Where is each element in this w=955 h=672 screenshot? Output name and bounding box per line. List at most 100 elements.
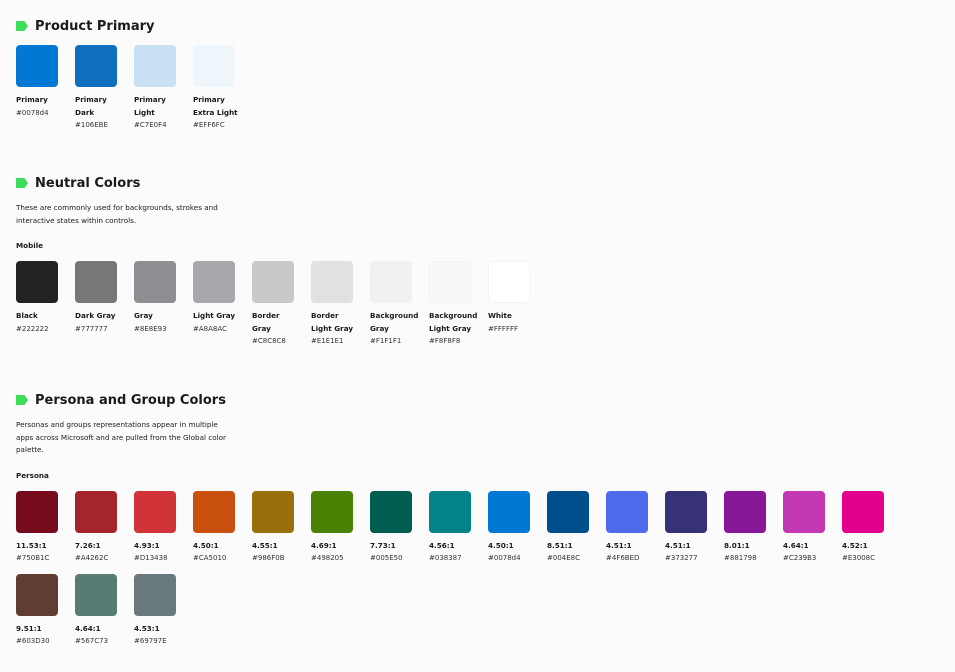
color-chip: [16, 490, 58, 533]
color-swatch: 8.51:1 #004E8C: [547, 490, 606, 565]
section-description: These are commonly used for backgrounds,…: [16, 203, 218, 225]
color-swatch: White #FFFFFF: [488, 261, 547, 348]
section-tag-icon: [16, 21, 28, 31]
color-chip: [488, 490, 530, 533]
swatch-label-line2: Gray: [370, 323, 389, 333]
swatch-label-line1: Border: [252, 311, 280, 320]
swatch-label: 11.53:1: [16, 540, 66, 553]
swatch-label: Background Gray: [370, 310, 420, 335]
color-chip: [783, 490, 825, 533]
section-persona-colors: Persona and Group Colors Personas and gr…: [16, 390, 955, 648]
swatch-label: Background Light Gray: [429, 310, 479, 335]
swatch-label: 4.50:1: [193, 540, 243, 553]
swatch-label-line1: 8.51:1: [547, 540, 573, 550]
swatch-hex: #69797E: [134, 637, 167, 645]
swatch-hex: #0078d4: [16, 108, 49, 117]
swatch-label: 4.64:1: [783, 540, 833, 553]
section-title: Neutral Colors: [35, 175, 141, 191]
swatch-hex: #004E8C: [547, 554, 580, 562]
subheading-mobile: Mobile: [16, 241, 44, 250]
color-swatch: Background Light Gray #F8F8F8: [429, 261, 488, 348]
swatch-label-line1: 9.51:1: [16, 623, 42, 633]
swatch-hex: #038387: [429, 554, 462, 562]
swatch-hex: #EFF6FC: [193, 121, 225, 129]
color-chip: [16, 261, 58, 303]
swatch-label: Primary Dark: [75, 94, 125, 119]
subheading-persona: Persona: [16, 470, 49, 480]
color-chip: [606, 490, 648, 533]
swatch-hex: #8E8E93: [134, 324, 167, 333]
swatch-hex: #4F6BED: [606, 554, 640, 562]
swatch-label-line1: 4.50:1: [193, 540, 219, 550]
section-tag-icon: [16, 178, 28, 188]
color-chip: [252, 261, 294, 303]
color-chip: [193, 45, 235, 87]
section-product-primary: Product Primary Primary #0078d4 Primary Dar…: [16, 16, 955, 132]
swatch-label-line1: 4.52:1: [842, 540, 868, 550]
color-chip: [842, 490, 884, 533]
swatch-hex: #E3008C: [842, 554, 875, 562]
swatch-label-line1: 11.53:1: [16, 540, 47, 550]
color-chip: [16, 45, 58, 87]
swatch-label: 8.51:1: [547, 540, 597, 553]
color-swatch: 4.50:1 #0078d4: [488, 490, 547, 565]
swatch-label: Border Light Gray: [311, 310, 361, 335]
color-chip: [193, 261, 235, 303]
swatch-hex: #106EBE: [75, 121, 108, 129]
color-chip: [252, 490, 294, 533]
swatch-hex: #A4262C: [75, 554, 109, 562]
section-header: Persona and Group Colors: [16, 390, 955, 410]
color-chip: [370, 490, 412, 533]
swatch-label-line2: Dark: [75, 107, 95, 117]
color-chip: [429, 490, 471, 533]
swatch-hex: #881798: [724, 554, 757, 562]
color-chip: [665, 490, 707, 533]
swatch-hex: #986F0B: [252, 554, 285, 562]
swatch-label-line1: Border: [311, 311, 339, 320]
color-swatch: Black #222222: [16, 261, 75, 348]
swatch-label: Gray: [134, 310, 184, 323]
swatch-label-line1: Background: [429, 311, 478, 320]
swatch-label: 4.64:1: [75, 623, 125, 636]
swatch-hex: #777777: [75, 324, 108, 333]
swatch-label: 4.51:1: [665, 540, 715, 553]
color-chip: [429, 261, 471, 303]
swatch-label: 4.53:1: [134, 623, 184, 636]
swatch-label-line1: Dark Gray: [75, 311, 116, 320]
swatch-label: Dark Gray: [75, 310, 125, 323]
color-swatch: 4.56:1 #038387: [429, 490, 488, 565]
section-header: Product Primary: [16, 16, 955, 36]
color-swatch: Primary Extra Light #EFF6FC: [193, 45, 252, 132]
swatch-hex: #005E50: [370, 554, 403, 562]
swatch-label-line1: 8.01:1: [724, 540, 750, 550]
color-swatch: 4.64:1 #567C73: [75, 573, 134, 648]
swatch-label-line2: Light Gray: [429, 323, 472, 333]
swatch-hex: #603D30: [16, 637, 50, 645]
swatch-label-line1: 4.69:1: [311, 540, 337, 550]
color-swatch: 4.64:1 #C239B3: [783, 490, 842, 565]
swatch-label-line2: Light Gray: [311, 323, 354, 333]
section-header: Neutral Colors: [16, 173, 955, 193]
color-swatch: Light Gray #A8A8AC: [193, 261, 252, 348]
swatch-label-line1: Black: [16, 311, 38, 320]
swatch-hex: #C8C8C8: [252, 337, 286, 345]
swatch-label: Black: [16, 310, 66, 323]
color-swatch: Gray #8E8E93: [134, 261, 193, 348]
swatch-label: 4.56:1: [429, 540, 479, 553]
color-swatch: Primary Light #C7E0F4: [134, 45, 193, 132]
swatch-label-line1: 7.73:1: [370, 540, 396, 550]
swatch-hex: #498205: [311, 554, 344, 562]
swatch-label: 9.51:1: [16, 623, 66, 636]
swatch-hex: #D13438: [134, 554, 168, 562]
color-swatch: Dark Gray #777777: [75, 261, 134, 348]
swatch-label-line1: Light Gray: [193, 311, 236, 320]
color-chip: [75, 490, 117, 533]
color-chip: [75, 261, 117, 303]
swatch-label: 4.52:1: [842, 540, 892, 553]
swatch-hex: #373277: [665, 554, 698, 562]
swatch-label-line1: 4.50:1: [488, 540, 514, 550]
swatch-label-line2: Gray: [252, 323, 271, 333]
color-swatch: 11.53:1 #750B1C: [16, 490, 75, 565]
swatch-label: 4.55:1: [252, 540, 302, 553]
swatch-label-line1: Primary: [16, 95, 48, 104]
